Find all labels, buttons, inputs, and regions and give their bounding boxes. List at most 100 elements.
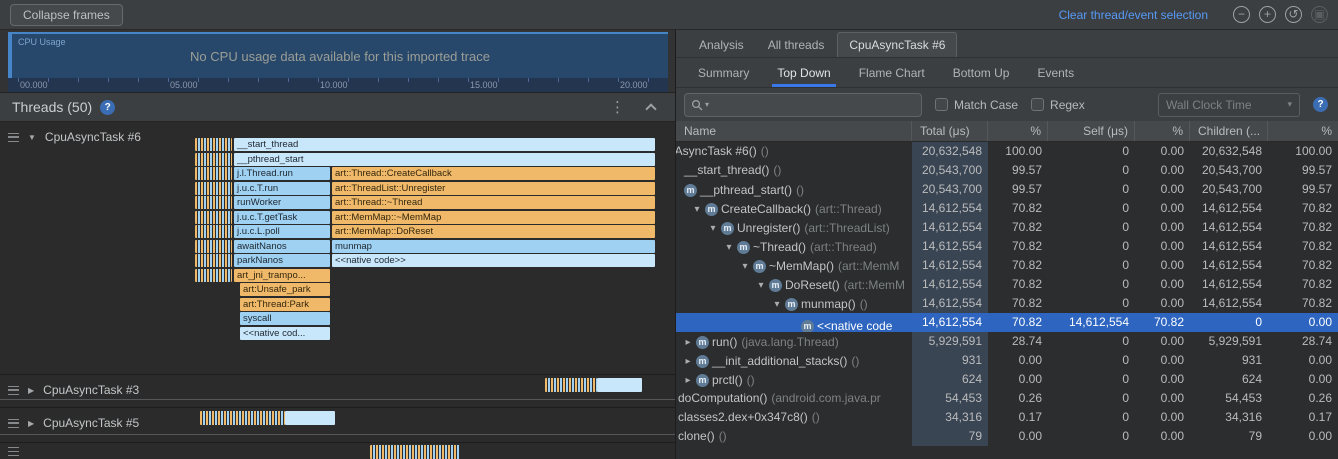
expand-chevron-icon[interactable]: ▾: [721, 238, 737, 256]
zoom-out-icon[interactable]: −: [1233, 6, 1250, 23]
flame-bar[interactable]: __pthread_start: [234, 153, 655, 166]
threads-help-icon[interactable]: ?: [100, 100, 115, 115]
thread-row-cpuasynctask-3[interactable]: ▶ CpuAsyncTask #3: [0, 375, 675, 408]
subtab-bottom-up[interactable]: Bottom Up: [939, 58, 1024, 87]
flame-bar[interactable]: syscall: [240, 312, 330, 325]
expand-triangle-icon[interactable]: ▶: [28, 419, 34, 428]
flame-bar[interactable]: <<native code>>: [332, 254, 655, 267]
regex-option[interactable]: Regex: [1031, 98, 1085, 112]
table-row[interactable]: m<<native code14,612,55470.8214,612,5547…: [676, 313, 1338, 332]
column-header-[interactable]: %: [1268, 121, 1338, 141]
flame-activity-strip[interactable]: [195, 153, 232, 166]
regex-checkbox[interactable]: [1031, 98, 1044, 111]
expand-chevron-icon[interactable]: ▸: [680, 352, 696, 370]
flame-bar[interactable]: j.u.c.L.poll: [234, 225, 330, 238]
expand-chevron-icon[interactable]: ▾: [689, 200, 705, 218]
column-header-[interactable]: %: [988, 121, 1048, 141]
expand-chevron-icon[interactable]: ▸: [680, 333, 696, 351]
grip-icon[interactable]: [8, 419, 19, 428]
flame-bar[interactable]: art::ThreadList::Unregister: [332, 182, 655, 195]
table-row[interactable]: __start_thread()()20,543,70099.5700.0020…: [676, 161, 1338, 180]
flame-bar[interactable]: j.l.Thread.run: [234, 167, 330, 180]
table-row[interactable]: ▸m__init_additional_stacks()()9310.0000.…: [676, 351, 1338, 370]
thread-row-partial[interactable]: [0, 443, 675, 459]
help-icon[interactable]: ?: [1313, 97, 1328, 112]
search-box[interactable]: ▾: [684, 93, 922, 117]
table-row[interactable]: ▾mmunmap()()14,612,55470.8200.0014,612,5…: [676, 294, 1338, 313]
flame-activity-strip[interactable]: [545, 378, 597, 392]
match-case-option[interactable]: Match Case: [935, 98, 1018, 112]
collapse-panel-chevron-icon[interactable]: [645, 103, 656, 114]
flame-bar[interactable]: runWorker: [234, 196, 330, 209]
expand-chevron-icon[interactable]: ▸: [680, 371, 696, 389]
flame-activity-strip[interactable]: [195, 167, 232, 180]
flame-activity-strip[interactable]: [195, 182, 232, 195]
table-row[interactable]: classes2.dex+0x347c8()()34,3160.1700.003…: [676, 408, 1338, 427]
flame-activity-strip[interactable]: [195, 240, 232, 253]
subtab-events[interactable]: Events: [1023, 58, 1088, 87]
expand-triangle-icon[interactable]: ▼: [28, 133, 36, 142]
search-input[interactable]: [711, 98, 915, 112]
collapse-frames-button[interactable]: Collapse frames: [10, 4, 123, 26]
flame-bar[interactable]: j.u.c.T.run: [234, 182, 330, 195]
table-row[interactable]: clone()()790.0000.00790.00: [676, 427, 1338, 446]
table-row[interactable]: uAsyncTask #6()()20,632,548100.0000.0020…: [676, 142, 1338, 161]
tab-analysis[interactable]: Analysis: [688, 33, 755, 57]
flame-bar[interactable]: art::MemMap::DoReset: [332, 225, 655, 238]
tab-cpuasynctask-6[interactable]: CpuAsyncTask #6: [837, 32, 957, 57]
flame-activity-strip[interactable]: [195, 196, 232, 209]
thread-row-cpuasynctask-5[interactable]: ▶ CpuAsyncTask #5: [0, 408, 675, 443]
tab-all-threads[interactable]: All threads: [757, 33, 836, 57]
column-header-children[interactable]: Children (...: [1190, 121, 1268, 141]
flame-bar[interactable]: art_jni_trampo...: [234, 269, 330, 282]
expand-chevron-icon[interactable]: ▾: [769, 295, 785, 313]
subtab-top-down[interactable]: Top Down: [763, 58, 844, 87]
flame-bar[interactable]: munmap: [332, 240, 655, 253]
reset-zoom-icon[interactable]: ↺: [1285, 6, 1302, 23]
flame-activity-strip[interactable]: [195, 138, 232, 151]
column-header-name[interactable]: Name: [676, 121, 912, 141]
subtab-flame-chart[interactable]: Flame Chart: [845, 58, 939, 87]
table-row[interactable]: ▸mprctl()()6240.0000.006240.00: [676, 370, 1338, 389]
search-options-caret-icon[interactable]: ▾: [705, 100, 709, 109]
expand-triangle-icon[interactable]: ▶: [28, 386, 34, 395]
thread-row-cpuasynctask-6[interactable]: ▼ CpuAsyncTask #6 __start_thread__pthrea…: [0, 122, 675, 375]
flame-bar[interactable]: parkNanos: [234, 254, 330, 267]
flame-activity-strip[interactable]: [195, 225, 232, 238]
grip-icon[interactable]: [8, 386, 19, 395]
flame-activity-strip[interactable]: [195, 211, 232, 224]
flame-bar[interactable]: art::MemMap::~MemMap: [332, 211, 655, 224]
flame-activity-strip[interactable]: [370, 445, 460, 459]
flame-bar[interactable]: art:Unsafe_park: [240, 283, 330, 296]
table-row[interactable]: ▾mCreateCallback()(art::Thread)14,612,55…: [676, 199, 1338, 218]
expand-chevron-icon[interactable]: ▾: [737, 257, 753, 275]
flame-bar[interactable]: art::Thread::CreateCallback: [332, 167, 655, 180]
column-header-total-s[interactable]: Total (μs): [912, 121, 988, 141]
flame-activity-strip[interactable]: [195, 254, 232, 267]
frame-selection-icon[interactable]: ▣: [1311, 6, 1328, 23]
table-row[interactable]: ▾mDoReset()(art::MemM14,612,55470.8200.0…: [676, 275, 1338, 294]
clear-selection-link[interactable]: Clear thread/event selection: [1059, 8, 1208, 22]
grip-icon[interactable]: [8, 133, 19, 142]
flame-activity-strip[interactable]: [200, 411, 285, 425]
flame-bar[interactable]: awaitNanos: [234, 240, 330, 253]
grip-icon[interactable]: [8, 447, 19, 456]
flame-activity-strip[interactable]: [597, 378, 642, 392]
flame-bar[interactable]: art::Thread::~Thread: [332, 196, 655, 209]
column-header-self-s[interactable]: Self (μs): [1048, 121, 1135, 141]
flame-bar[interactable]: __start_thread: [234, 138, 655, 151]
expand-chevron-icon[interactable]: ▾: [705, 219, 721, 237]
table-row[interactable]: ▾m~Thread()(art::Thread)14,612,55470.820…: [676, 237, 1338, 256]
subtab-summary[interactable]: Summary: [684, 58, 763, 87]
table-row[interactable]: ▾mUnregister()(art::ThreadList)14,612,55…: [676, 218, 1338, 237]
expand-chevron-icon[interactable]: ▾: [753, 276, 769, 294]
table-row[interactable]: ▸mrun()(java.lang.Thread)5,929,59128.740…: [676, 332, 1338, 351]
flame-bar[interactable]: art:Thread:Park: [240, 298, 330, 311]
table-row[interactable]: doComputation()(android.com.java.pr54,45…: [676, 389, 1338, 408]
zoom-in-icon[interactable]: +: [1259, 6, 1276, 23]
flame-activity-strip[interactable]: [195, 269, 232, 282]
clock-type-dropdown[interactable]: Wall Clock Time ▾: [1158, 93, 1300, 117]
table-row[interactable]: m__pthread_start()()20,543,70099.5700.00…: [676, 180, 1338, 199]
table-row[interactable]: ▾m~MemMap()(art::MemM14,612,55470.8200.0…: [676, 256, 1338, 275]
kebab-menu-icon[interactable]: ⋮: [600, 100, 635, 115]
